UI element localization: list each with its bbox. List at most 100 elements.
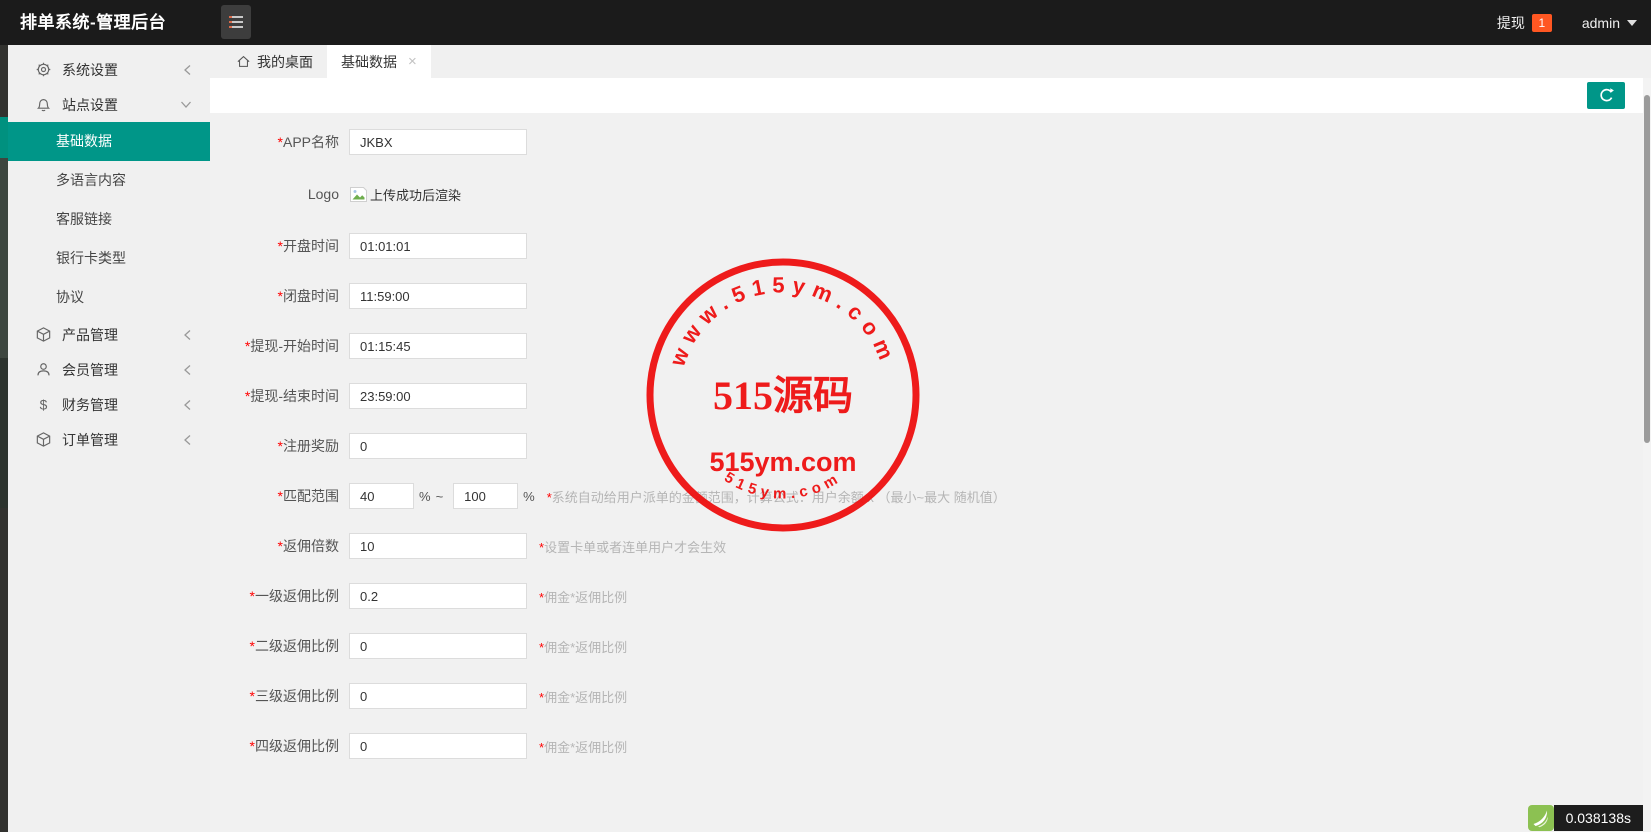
form-input[interactable] [349,583,527,609]
cube-icon [35,431,52,448]
field-value-area: 上传成功后渲染 [349,185,461,204]
sidebar-item[interactable]: 站点设置 [8,87,210,122]
field-value-area [349,333,527,359]
field-hint: *佣金*返佣比例 [539,687,627,706]
cube-icon [35,326,52,343]
tab-label: 基础数据 [341,52,397,72]
form-row: *三级返佣比例 *佣金*返佣比例 [217,671,1643,721]
form-row: *闭盘时间 [217,271,1643,321]
content-toolbar [210,78,1643,113]
field-label: *闭盘时间 [217,286,339,306]
range-min-input[interactable] [349,483,414,509]
form-input[interactable] [349,129,527,155]
form-input[interactable] [349,233,527,259]
user-icon [35,361,52,378]
vertical-scrollbar [1643,78,1651,832]
field-value-area [349,129,527,155]
sidebar-item[interactable]: 产品管理 [8,317,210,352]
field-value-area: *设置卡单或者连单用户才会生效 [349,533,726,559]
form-input[interactable] [349,383,527,409]
strip-segment [0,358,8,508]
gear-icon [35,61,52,78]
sidebar-item[interactable]: $ 财务管理 [8,387,210,422]
hamburger-menu-icon[interactable] [221,5,251,39]
form-row: *返佣倍数 *设置卡单或者连单用户才会生效 [217,521,1643,571]
chevron-left-icon [183,364,192,376]
sidebar-item-label: 订单管理 [62,430,183,450]
sidebar-subitem[interactable]: 客服链接 [8,200,210,239]
sidebar-subitem[interactable]: 基础数据 [8,122,210,161]
logo-alt-text: 上传成功后渲染 [370,185,461,204]
field-value-area [349,433,527,459]
field-hint: *佣金*返佣比例 [539,637,627,656]
form-input[interactable] [349,683,527,709]
field-value-area [349,233,527,259]
form-row [217,820,1643,832]
close-icon[interactable]: × [408,54,417,69]
tab[interactable]: 基础数据 × [327,45,431,78]
field-label: *APP名称 [217,132,339,152]
svg-text:$: $ [40,396,48,412]
page-load-time: 0.038138s [1554,805,1643,831]
strip-segment [0,158,8,358]
sidebar-item[interactable]: 会员管理 [8,352,210,387]
field-label: *返佣倍数 [217,536,339,556]
form-row: *开盘时间 [217,221,1643,271]
form-input[interactable] [349,433,527,459]
app-title: 排单系统-管理后台 [20,0,166,45]
unit-label: % [419,489,431,504]
broken-image-icon [349,186,368,203]
chevron-left-icon [183,434,192,446]
range-max-input[interactable] [453,483,518,509]
refresh-button[interactable] [1587,82,1625,109]
user-menu[interactable]: admin [1582,15,1637,31]
field-label: *注册奖励 [217,436,339,456]
home-icon [236,54,251,69]
sidebar-item[interactable]: 订单管理 [8,422,210,457]
sidebar-subitem[interactable]: 多语言内容 [8,161,210,200]
form-input[interactable] [349,633,527,659]
field-label: *提现-开始时间 [217,336,339,356]
sidebar-subitem[interactable]: 银行卡类型 [8,239,210,278]
field-hint: *系统自动给用户派单的金额范围，计算公式：用户余额 x （最小~最大 随机值） [547,487,1006,506]
form-row: *提现-结束时间 [217,371,1643,421]
form-input[interactable] [349,283,527,309]
form-input[interactable] [349,333,527,359]
field-label: *开盘时间 [217,236,339,256]
withdraw-count-badge: 1 [1532,14,1552,32]
field-label: *四级返佣比例 [217,736,339,756]
bell-icon [35,96,52,113]
chevron-down-icon [1627,20,1637,26]
form-row: *提现-开始时间 [217,321,1643,371]
field-value-area [349,383,527,409]
field-value-area: *佣金*返佣比例 [349,583,627,609]
form-input[interactable] [349,733,527,759]
range-separator: ~ [436,489,444,504]
sidebar-item[interactable]: 系统设置 [8,52,210,87]
tab-label: 我的桌面 [257,52,313,72]
tab[interactable]: 我的桌面 [222,45,327,78]
thinkphp-logo-icon[interactable] [1528,805,1554,831]
sidebar-item-label: 产品管理 [62,325,183,345]
strip-active-segment [0,117,8,158]
field-value-area: *佣金*返佣比例 [349,733,627,759]
field-value-area: % ~% *系统自动给用户派单的金额范围，计算公式：用户余额 x （最小~最大 随机… [349,483,1006,509]
withdraw-link[interactable]: 提现 [1497,13,1525,33]
admin-app: 排单系统-管理后台 提现 1 admin 系统设置站点设置基础数据多语言内容客服… [0,0,1651,832]
scrollbar-thumb[interactable] [1644,95,1650,443]
sidebar-item-label: 站点设置 [62,95,180,115]
dollar-icon: $ [35,396,52,413]
form-row: *注册奖励 [217,421,1643,471]
chevron-left-icon [183,399,192,411]
sidebar-item-label: 财务管理 [62,395,183,415]
field-value-area: *佣金*返佣比例 [349,683,627,709]
form-row: *二级返佣比例*佣金*返佣比例 [217,621,1643,671]
field-label: *三级返佣比例 [217,686,339,706]
field-hint: *佣金*返佣比例 [539,587,627,606]
sidebar-subitem[interactable]: 协议 [8,278,210,317]
top-header: 排单系统-管理后台 提现 1 admin [0,0,1651,45]
unit-label: % [523,489,535,504]
form-row: *APP名称 [217,117,1643,167]
form-row: Logo上传成功后渲染 [217,167,1643,221]
form-input[interactable] [349,533,527,559]
